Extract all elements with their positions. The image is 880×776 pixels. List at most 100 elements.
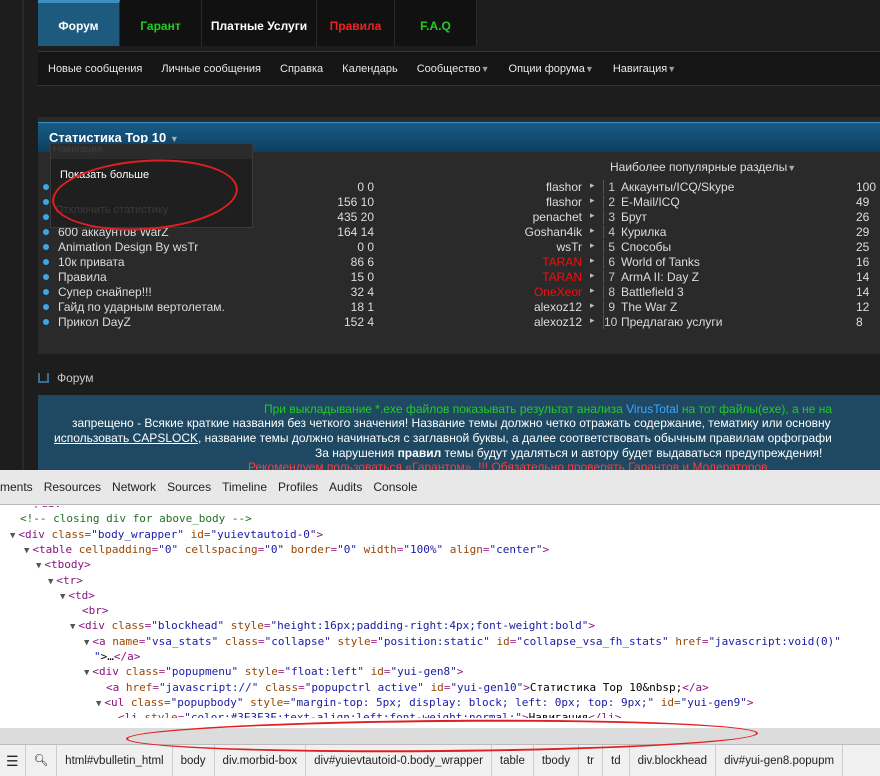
expand-triangle-icon[interactable]: ▼: [96, 699, 101, 709]
thread-title[interactable]: Animation Design By wsTr: [58, 240, 198, 254]
subnav-item-2[interactable]: Справка: [280, 63, 323, 75]
subnav-item-0[interactable]: Новые сообщения: [48, 63, 142, 75]
expand-triangle-icon[interactable]: ▼: [84, 638, 89, 648]
thread-user[interactable]: flashor: [546, 195, 582, 209]
expand-triangle-icon[interactable]: ▼: [48, 577, 53, 587]
section-count: 16: [856, 255, 870, 269]
dom-breadcrumb-item[interactable]: tr: [579, 744, 604, 776]
tab-3[interactable]: Правила: [317, 0, 395, 46]
thread-user[interactable]: penachet: [533, 210, 582, 224]
section-name[interactable]: ArmA II: Day Z: [621, 270, 699, 284]
thread-counts: 164 14: [337, 225, 374, 239]
subnav-item-1[interactable]: Личные сообщения: [161, 63, 261, 75]
devtools-tab-5[interactable]: Profiles: [278, 480, 318, 494]
play-icon: ▸: [590, 315, 595, 325]
thread-user[interactable]: alexoz12: [534, 315, 582, 329]
subnav-label[interactable]: Опции форума: [509, 63, 585, 75]
devtools-tab-4[interactable]: Timeline: [222, 480, 267, 494]
subnav-item-5[interactable]: Опции форума▼: [509, 63, 594, 75]
thread-counts: 15 0: [350, 270, 374, 284]
section-name[interactable]: Battlefield 3: [621, 285, 684, 299]
thread-title[interactable]: Гайд по ударным вертолетам.: [58, 300, 225, 314]
expand-triangle-icon[interactable]: ▼: [24, 546, 29, 556]
expand-triangle-icon[interactable]: ▼: [10, 531, 15, 541]
left-rail: [22, 0, 24, 470]
devtools-tab-0[interactable]: ments: [0, 480, 33, 494]
thread-counts: 18 1: [350, 300, 374, 314]
devtools-tab-3[interactable]: Sources: [167, 480, 211, 494]
thread-user[interactable]: flashor: [546, 180, 582, 194]
breadcrumb-label[interactable]: Форум: [57, 371, 93, 385]
dom-node-line[interactable]: ▼ <table cellpadding="0" cellspacing="0" …: [24, 542, 549, 559]
subnav-label[interactable]: Справка: [280, 63, 323, 75]
notice-line-3: использовать CAPSLOCK, название темы дол…: [54, 431, 832, 446]
chevron-down-icon[interactable]: ▼: [667, 64, 676, 74]
subnav-label[interactable]: Личные сообщения: [161, 63, 261, 75]
section-name[interactable]: E-Mail/ICQ: [621, 195, 680, 209]
stats-row: 10к привата 86 6 TARAN ▸ 6 World of Tanks 16: [38, 255, 880, 270]
dom-breadcrumb-item[interactable]: html#vbulletin_html: [57, 744, 173, 776]
thread-title[interactable]: Прикол DayZ: [58, 315, 131, 329]
devtools-tab-7[interactable]: Console: [373, 480, 417, 494]
chevron-down-icon[interactable]: ▼: [585, 64, 594, 74]
search-icon[interactable]: 🔍︎: [26, 744, 58, 776]
thread-counts: 152 4: [343, 315, 374, 329]
thread-title[interactable]: Супер снайпер!!!: [58, 285, 152, 299]
thread-title[interactable]: 10к привата: [58, 255, 125, 269]
home-icon[interactable]: [38, 372, 49, 383]
tab-4[interactable]: F.A.Q: [395, 0, 477, 46]
devtools-tab-1[interactable]: Resources: [44, 480, 101, 494]
expand-triangle-icon[interactable]: ▼: [60, 592, 65, 602]
elements-tree: </div><!-- closing div for above_body --…: [0, 506, 880, 718]
dom-node-line[interactable]: <br>: [82, 603, 109, 618]
tab-2[interactable]: Платные Услуги: [202, 0, 317, 46]
subnav-label[interactable]: Навигация: [613, 63, 667, 75]
bullet-icon: [43, 319, 49, 325]
thread-user[interactable]: OneXeor: [534, 285, 582, 299]
tab-1[interactable]: Гарант: [120, 0, 202, 46]
section-name[interactable]: Предлагаю услуги: [621, 315, 722, 329]
capslock-link[interactable]: использовать CAPSLOCK: [54, 431, 198, 445]
expand-triangle-icon[interactable]: ▼: [36, 561, 41, 571]
section-rank: 7: [603, 270, 617, 284]
devtools-tab-6[interactable]: Audits: [329, 480, 362, 494]
subnav-item-6[interactable]: Навигация▼: [613, 63, 676, 75]
console-drawer-icon[interactable]: ☰: [0, 744, 26, 776]
thread-user[interactable]: TARAN: [542, 270, 582, 284]
subnav-label[interactable]: Календарь: [342, 63, 398, 75]
dom-node-line[interactable]: <a href="javascript://" class="popupctrl…: [106, 680, 709, 695]
dom-breadcrumb-item[interactable]: body: [173, 744, 215, 776]
dom-breadcrumb-item[interactable]: div#yui-gen8.popupm: [716, 744, 844, 776]
guarantor-link[interactable]: Рекомендуем пользоваться «Гарантом»: [248, 460, 471, 470]
thread-counts: 0 0: [357, 240, 374, 254]
devtools-tab-2[interactable]: Network: [112, 480, 156, 494]
thread-user[interactable]: wsTr: [556, 240, 582, 254]
thread-user[interactable]: TARAN: [542, 255, 582, 269]
subnav-label[interactable]: Сообщество: [417, 63, 481, 75]
dom-breadcrumb-item[interactable]: div.blockhead: [630, 744, 717, 776]
virustotal-link[interactable]: VirusTotal: [626, 402, 678, 416]
rules-link[interactable]: правил: [398, 446, 442, 460]
chevron-down-icon[interactable]: ▼: [787, 163, 796, 173]
section-name[interactable]: Брут: [621, 210, 647, 224]
expand-triangle-icon[interactable]: ▼: [84, 668, 89, 678]
thread-user[interactable]: Goshan4ik: [525, 225, 582, 239]
dom-node-line[interactable]: <!-- closing div for above_body -->: [20, 511, 252, 526]
section-name[interactable]: World of Tanks: [621, 255, 700, 269]
section-name[interactable]: Курилка: [621, 225, 666, 239]
dom-node-line[interactable]: <li style="color:#3E3E3E;text-align:left…: [118, 710, 621, 718]
dom-breadcrumb-item[interactable]: td: [603, 744, 630, 776]
thread-user[interactable]: alexoz12: [534, 300, 582, 314]
dom-node-line[interactable]: ">…</a>: [94, 649, 140, 664]
expand-triangle-icon[interactable]: ▼: [70, 622, 75, 632]
thread-title[interactable]: Правила: [58, 270, 107, 284]
chevron-down-icon[interactable]: ▼: [481, 64, 490, 74]
subnav-label[interactable]: Новые сообщения: [48, 63, 142, 75]
section-name[interactable]: The War Z: [621, 300, 677, 314]
subnav-item-3[interactable]: Календарь: [342, 63, 398, 75]
section-name[interactable]: Способы: [621, 240, 671, 254]
section-name[interactable]: Аккаунты/ICQ/Skype: [621, 180, 734, 194]
dom-node-line[interactable]: ▼ <a name="vsa_stats" class="collapse" st…: [84, 634, 841, 651]
subnav-item-4[interactable]: Сообщество▼: [417, 63, 490, 75]
tab-0[interactable]: Форум: [38, 0, 120, 46]
